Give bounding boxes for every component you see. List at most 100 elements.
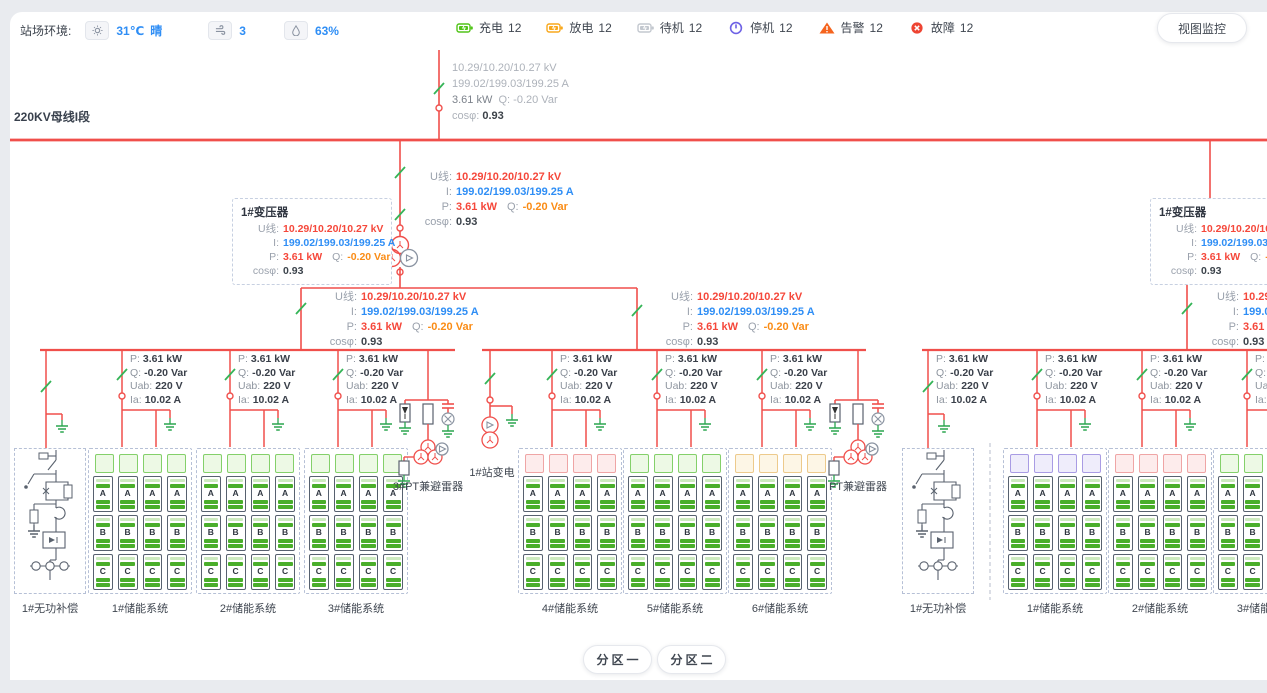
storage-middle-3[interactable]: AAAABBBBCCCC xyxy=(728,448,832,594)
feeder-readings: P:3.61 kWQ:-0.20 VarUab:220 VIa:10.02 A xyxy=(1045,353,1102,407)
station-environment: 站场环境: 31℃ 晴 3 63% xyxy=(20,21,345,40)
alarm-icon xyxy=(818,21,836,35)
storage-middle-2-status-row xyxy=(628,454,722,473)
battery-cell-B: B xyxy=(275,515,295,551)
transformer-box-left-title: 1#变压器 xyxy=(241,204,383,220)
battery-cell-B: B xyxy=(383,515,403,551)
pcs-status-square xyxy=(1187,454,1206,473)
feeder-readings: P:3.61 kWQ:-0.20 VarUab:220 VIa:10.02 A xyxy=(665,353,722,407)
scada-app: 站场环境: 31℃ 晴 3 63% 充电12放电12待机12停机12告警12故障… xyxy=(0,0,1267,693)
storage-right-3[interactable]: AAAABBBBCCCC xyxy=(1213,448,1267,594)
status-legend: 充电12放电12待机12停机12告警12故障12 xyxy=(456,19,973,36)
battery-cell-C: C xyxy=(118,554,138,590)
storage-middle-2-label: 5#储能系统 xyxy=(620,600,730,616)
storage-left-2[interactable]: AAAABBBBCCCC xyxy=(196,448,300,594)
pcs-status-square xyxy=(227,454,246,473)
battery-cell-A: A xyxy=(201,476,221,512)
storage-right-3-row-C: CCCC xyxy=(1218,554,1267,590)
battery-cell-A: A xyxy=(93,476,113,512)
battery-cell-B: B xyxy=(334,515,354,551)
storage-right-1-row-C: CCCC xyxy=(1008,554,1102,590)
measurement-bus-right: U线:10.29/10.20/10.27 kVI:199.02/199.03/1… xyxy=(1195,290,1267,350)
battery-cell-B: B xyxy=(226,515,246,551)
wind-icon xyxy=(208,21,232,40)
legend-label: 停机 xyxy=(750,19,774,36)
battery-cell-A: A xyxy=(1243,476,1263,512)
storage-left-3[interactable]: AAAABBBBCCCC xyxy=(304,448,408,594)
storage-middle-2-row-C: CCCC xyxy=(628,554,722,590)
storage-right-1[interactable]: AAAABBBBCCCC xyxy=(1003,448,1107,594)
feeder-readings: P:3.61 kWQ:-0.20 VarUab:220 VIa:10.02 A xyxy=(560,353,617,407)
feeder-readings: P:3.61 kWQ:-0.20 VarUab:220 VIa:10.02 A xyxy=(238,353,295,407)
storage-left-2-row-C: CCCC xyxy=(201,554,295,590)
pcs-status-square xyxy=(1115,454,1134,473)
wind-value: 3 xyxy=(239,24,246,38)
pcs-status-square xyxy=(654,454,673,473)
humidity-value: 63% xyxy=(315,24,339,38)
storage-right-2-row-C: CCCC xyxy=(1113,554,1207,590)
storage-middle-3-row-B: BBBB xyxy=(733,515,827,551)
battery-cell-B: B xyxy=(1033,515,1053,551)
battery-cell-C: C xyxy=(143,554,163,590)
pcs-status-square xyxy=(1082,454,1101,473)
discharging-icon xyxy=(546,21,564,35)
compensator-left-label: 1#无功补偿 xyxy=(0,600,100,616)
shutdown-icon xyxy=(727,21,745,35)
storage-middle-1-row-B: BBBB xyxy=(523,515,617,551)
storage-left-2-row-B: BBBB xyxy=(201,515,295,551)
pcs-status-square xyxy=(573,454,592,473)
legend-item-charging: 充电12 xyxy=(456,19,521,36)
compensator-box-left[interactable] xyxy=(14,448,86,594)
view-monitor-button[interactable]: 视图监控 xyxy=(1157,13,1247,43)
storage-left-3-row-B: BBBB xyxy=(309,515,403,551)
storage-left-2-label: 2#储能系统 xyxy=(193,600,303,616)
incoming-readings: 10.29/10.20/10.27 kV 199.02/199.03/199.2… xyxy=(452,60,569,124)
transformer-box-right-title: 1#变压器 xyxy=(1159,204,1267,220)
storage-right-1-row-B: BBBB xyxy=(1008,515,1102,551)
battery-cell-A: A xyxy=(1008,476,1028,512)
storage-left-1-status-row xyxy=(93,454,187,473)
battery-cell-C: C xyxy=(783,554,803,590)
legend-item-fault: 故障12 xyxy=(908,19,973,36)
battery-cell-B: B xyxy=(143,515,163,551)
compensator-box-right[interactable] xyxy=(902,448,974,594)
battery-cell-C: C xyxy=(167,554,187,590)
battery-cell-C: C xyxy=(309,554,329,590)
feeder-readings: P:3.61 kWQ:-0.20 VarUab:220 VIa:10.02 A xyxy=(346,353,403,407)
feeder-readings-right-comp: P:3.61 kWQ:-0.20 VarUab:220 VIa:10.02 A xyxy=(936,353,993,407)
battery-cell-B: B xyxy=(573,515,593,551)
battery-cell-A: A xyxy=(251,476,271,512)
storage-left-1[interactable]: AAAABBBBCCCC xyxy=(88,448,192,594)
battery-cell-A: A xyxy=(226,476,246,512)
legend-item-standby: 待机12 xyxy=(637,19,702,36)
storage-middle-2-row-A: AAAA xyxy=(628,476,722,512)
storage-middle-2[interactable]: AAAABBBBCCCC xyxy=(623,448,727,594)
pcs-status-square xyxy=(143,454,162,473)
pcs-status-square xyxy=(807,454,826,473)
pcs-status-square xyxy=(311,454,330,473)
incoming-cos: cosφ: 0.93 xyxy=(452,108,569,124)
zone-1-button[interactable]: 分区一 xyxy=(583,645,652,674)
storage-right-3-label: 3#储能系统 xyxy=(1210,600,1267,616)
zone-2-button[interactable]: 分区二 xyxy=(657,645,726,674)
measurement-10kv-main: U线:10.29/10.20/10.27 kVI:199.02/199.03/1… xyxy=(408,170,574,230)
storage-middle-2-row-B: BBBB xyxy=(628,515,722,551)
storage-left-1-row-C: CCCC xyxy=(93,554,187,590)
pcs-status-square xyxy=(759,454,778,473)
transformer-box-left: 1#变压器U线:10.29/10.20/10.27 kVI:199.02/199… xyxy=(232,198,392,285)
weather-value: 晴 xyxy=(150,22,162,39)
storage-right-2[interactable]: AAAABBBBCCCC xyxy=(1108,448,1212,594)
storage-left-1-row-A: AAAA xyxy=(93,476,187,512)
pcs-status-square xyxy=(1010,454,1029,473)
battery-cell-A: A xyxy=(1033,476,1053,512)
battery-cell-A: A xyxy=(334,476,354,512)
standby-icon xyxy=(637,21,655,35)
fault-icon xyxy=(908,21,926,35)
battery-cell-B: B xyxy=(702,515,722,551)
battery-cell-B: B xyxy=(1113,515,1133,551)
legend-count: 12 xyxy=(960,21,973,35)
charging-icon xyxy=(456,21,474,35)
station-transformer-label: 1#站变电 xyxy=(442,464,542,480)
pcs-status-square xyxy=(359,454,378,473)
battery-cell-A: A xyxy=(702,476,722,512)
